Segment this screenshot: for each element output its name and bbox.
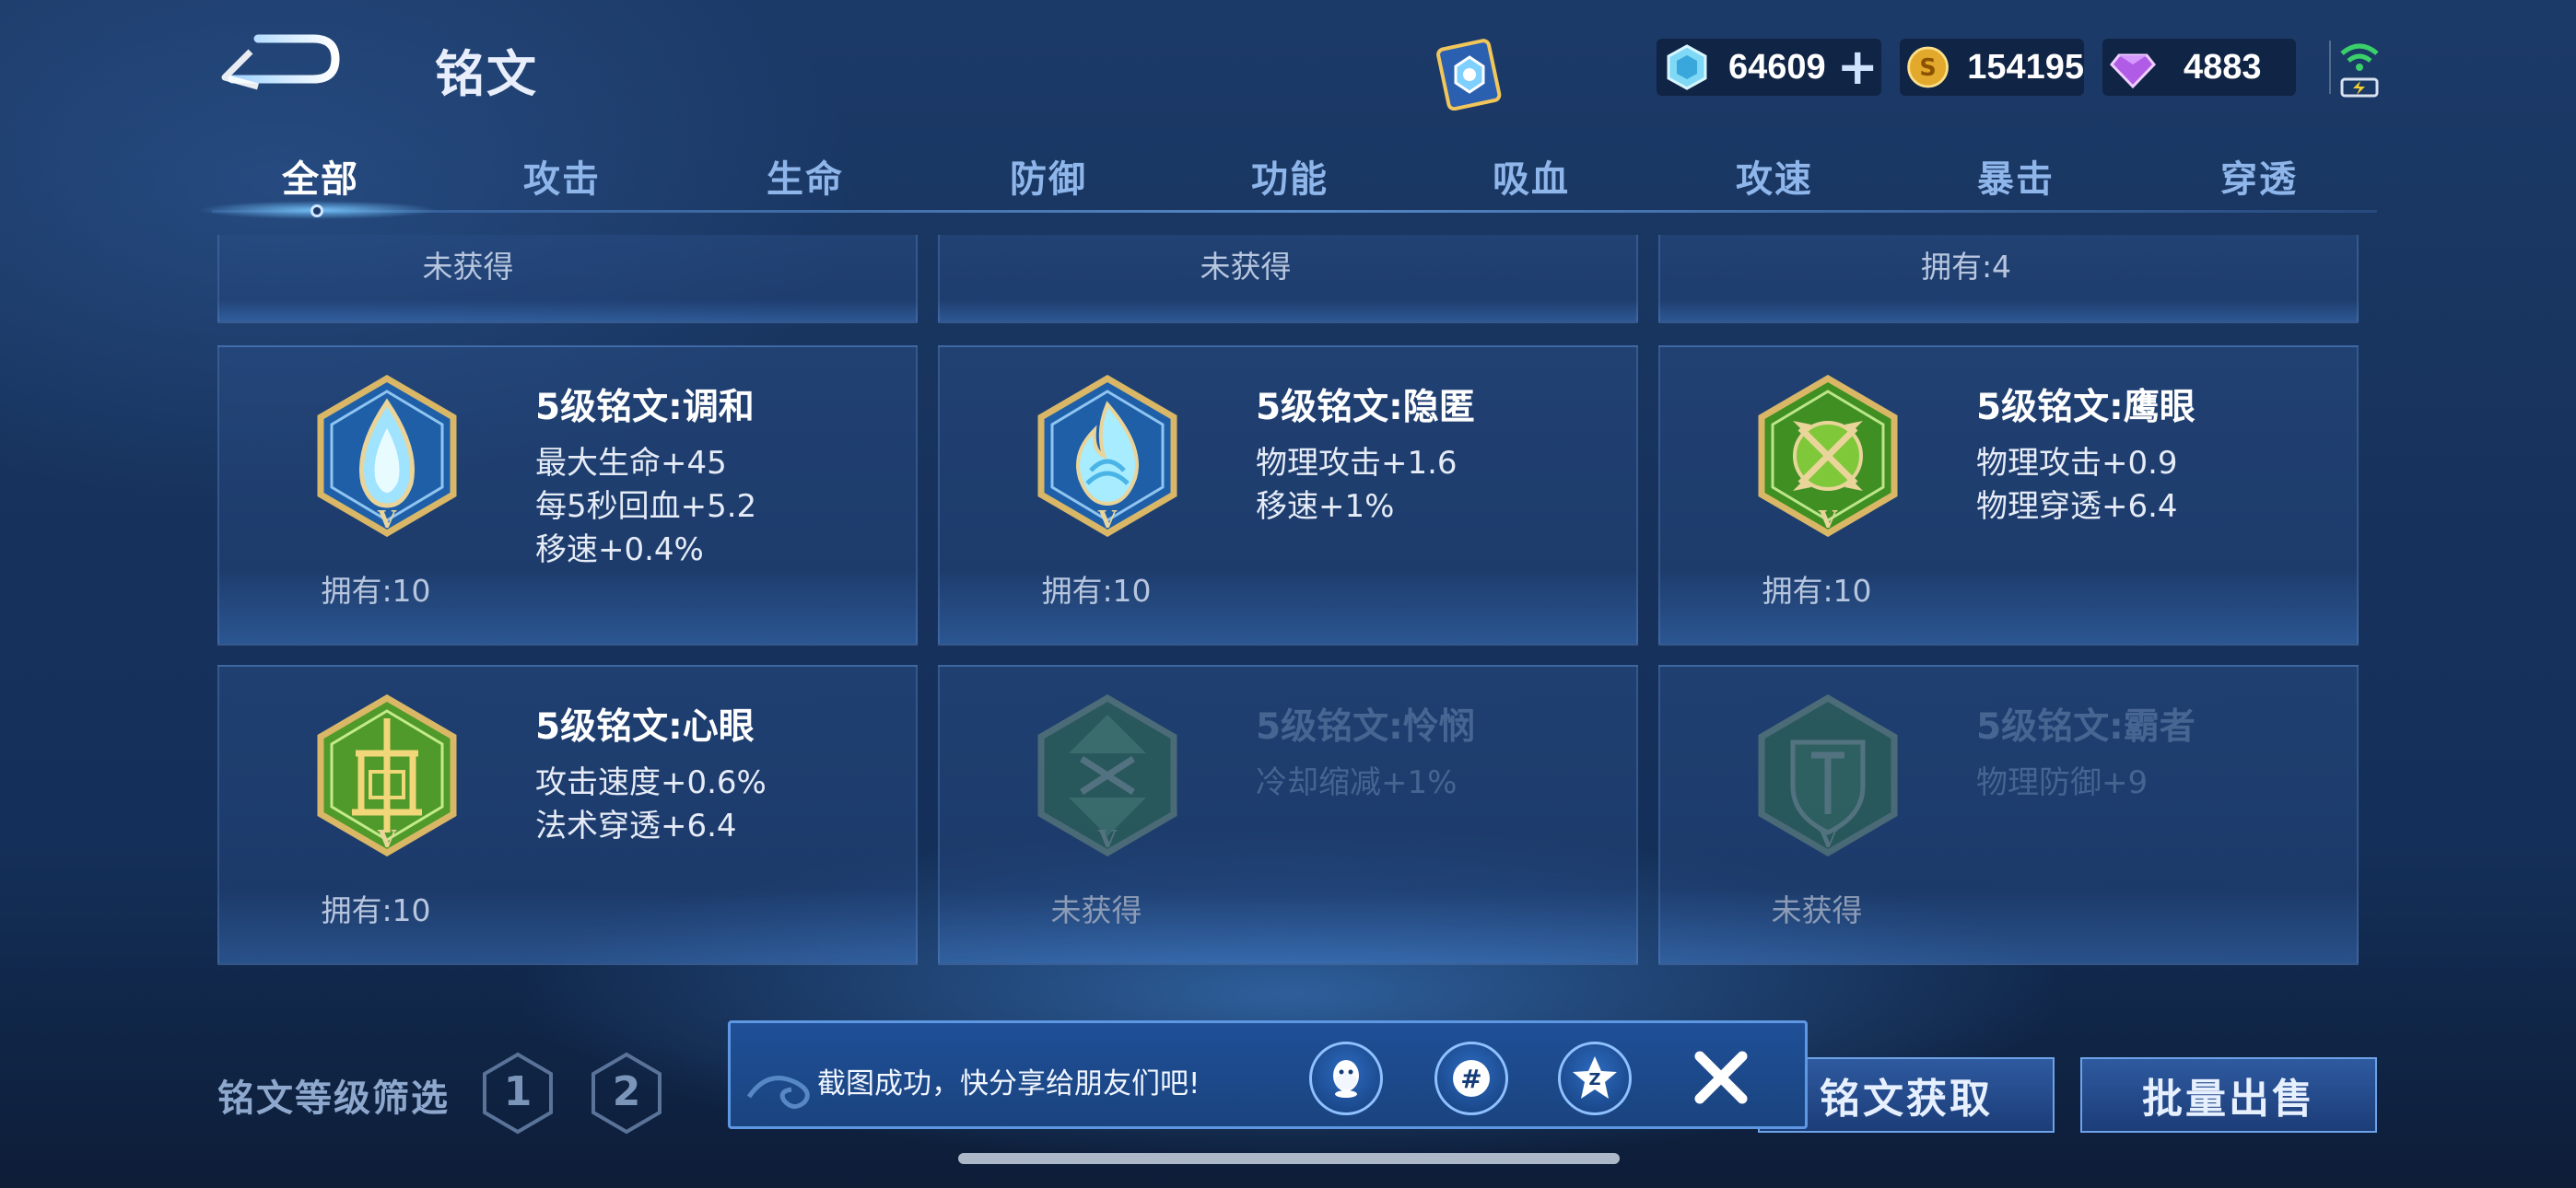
svg-text:V: V (1097, 826, 1118, 854)
tab-utility[interactable]: 功能 (1251, 149, 1329, 203)
card-stat: 物理攻击+1.6 (1256, 445, 1458, 482)
inscription-card[interactable]: 未获得 (217, 235, 918, 323)
inscription-card-mercy[interactable]: V 5级铭文:怜悯 冷却缩减+1% 未获得 (938, 665, 1638, 965)
owned-status: 拥有:4 (1920, 249, 2012, 285)
crystal-icon (1667, 44, 1707, 90)
tab-underline (212, 210, 2377, 213)
diamond-icon (2110, 53, 2156, 89)
share-moments-button[interactable]: # (1434, 1042, 1508, 1115)
tab-health[interactable]: 生命 (767, 149, 844, 203)
close-icon[interactable] (1689, 1045, 1753, 1110)
card-title: 5级铭文:调和 (535, 387, 755, 428)
owned-status: 未获得 (1200, 249, 1292, 285)
card-stat: 冷却缩减+1% (1256, 764, 1458, 801)
inscription-book-icon[interactable] (1430, 37, 1509, 111)
shield-emblem-icon: V (1758, 694, 1898, 856)
tab-defense[interactable]: 防御 (1010, 149, 1087, 203)
flame-emblem-icon: V (1037, 375, 1177, 537)
arrows-emblem-icon: V (1758, 375, 1898, 537)
gold-currency: S 154195 (1900, 39, 2084, 96)
qzone-icon: Z (1573, 1056, 1617, 1099)
wifi-battery-icon (2340, 43, 2379, 98)
gold-coin-icon: S (1907, 46, 1949, 88)
svg-text:V: V (377, 826, 397, 854)
owned-count: 拥有:10 (1041, 573, 1152, 609)
inscription-card-eagle-eye[interactable]: V 5级铭文:鹰眼 物理攻击+0.9 物理穿透+6.4 拥有:10 (1658, 345, 2359, 646)
inscription-card-stealth[interactable]: V 5级铭文:隐匿 物理攻击+1.6 移速+1% 拥有:10 (938, 345, 1638, 646)
share-qq-button[interactable] (1309, 1042, 1383, 1115)
inscription-card-overlord[interactable]: V 5级铭文:霸者 物理防御+9 未获得 (1658, 665, 2359, 965)
card-stat: 法术穿透+6.4 (535, 808, 737, 844)
page-title: 铭文 (435, 45, 538, 103)
svg-text:V: V (1818, 826, 1838, 854)
inscription-card-mind-eye[interactable]: V 5级铭文:心眼 攻击速度+0.6% 法术穿透+6.4 拥有:10 (217, 665, 918, 965)
level-number: 2 (612, 1068, 641, 1115)
tab-attack-speed[interactable]: 攻速 (1736, 149, 1813, 203)
svg-text:V: V (1818, 507, 1838, 534)
card-title: 5级铭文:霸者 (1976, 706, 2195, 748)
teardrop-emblem-icon: V (317, 375, 457, 537)
add-crystal-button[interactable]: + (1837, 42, 1879, 92)
level-filter-2[interactable]: 2 (590, 1052, 663, 1135)
hourglass-emblem-icon: V (1037, 694, 1177, 856)
gate-emblem-icon: V (317, 694, 457, 856)
category-tabs: 全部 攻击 生命 防御 功能 吸血 攻速 暴击 穿透 (203, 138, 2377, 212)
card-stat: 攻击速度+0.6% (535, 764, 767, 801)
level-number: 1 (503, 1068, 533, 1115)
svg-text:S: S (1919, 54, 1936, 82)
batch-sell-button[interactable]: 批量出售 (2080, 1057, 2377, 1133)
level-filter-1[interactable]: 1 (481, 1052, 555, 1135)
tab-lifesteal[interactable]: 吸血 (1493, 149, 1570, 203)
inscription-card-harmony[interactable]: V 5级铭文:调和 最大生命+45 每5秒回血+5.2 移速+0.4% 拥有:1… (217, 345, 918, 646)
level-filter-label: 铭文等级筛选 (217, 1077, 450, 1120)
gold-amount: 154195 (1967, 47, 2084, 87)
share-qzone-button[interactable]: Z (1558, 1042, 1632, 1115)
diamond-amount: 4883 (2184, 47, 2262, 87)
card-title: 5级铭文:鹰眼 (1976, 387, 2195, 428)
active-tab-indicator (310, 204, 323, 217)
inscription-card[interactable]: 未获得 (938, 235, 1638, 323)
crystal-amount: 64609 (1728, 47, 1826, 87)
screenshot-share-toast: 截图成功，快分享给朋友们吧! # Z (728, 1020, 1808, 1129)
card-stat: 移速+1% (1256, 488, 1395, 525)
inscription-card[interactable]: 拥有:4 (1658, 235, 2359, 323)
tab-critical[interactable]: 暴击 (1977, 149, 2055, 203)
qq-icon (1333, 1060, 1359, 1098)
crystal-currency: 64609 + (1657, 39, 1881, 96)
card-stat: 物理攻击+0.9 (1976, 445, 2178, 482)
tab-all[interactable]: 全部 (282, 149, 359, 203)
card-stat: 移速+0.4% (535, 531, 704, 568)
svg-text:Z: Z (1588, 1070, 1600, 1089)
svg-text:V: V (377, 507, 397, 534)
owned-status: 未获得 (422, 249, 514, 285)
tab-penetration[interactable]: 穿透 (2220, 149, 2298, 203)
card-stat: 物理防御+9 (1976, 764, 2149, 801)
owned-status: 未获得 (1050, 892, 1142, 928)
owned-status: 未获得 (1771, 892, 1863, 928)
toast-message: 截图成功，快分享给朋友们吧! (817, 1067, 1200, 1101)
card-title: 5级铭文:怜悯 (1256, 706, 1475, 748)
card-stat: 物理穿透+6.4 (1976, 488, 2178, 525)
back-arrow-icon[interactable] (221, 31, 341, 96)
home-indicator[interactable] (958, 1153, 1620, 1164)
svg-text:V: V (1097, 507, 1118, 534)
card-stat: 每5秒回血+5.2 (535, 488, 757, 525)
svg-text:#: # (1460, 1064, 1481, 1094)
card-stat: 最大生命+45 (535, 445, 727, 482)
tab-attack[interactable]: 攻击 (523, 149, 601, 203)
owned-count: 拥有:10 (321, 892, 431, 928)
card-title: 5级铭文:心眼 (535, 706, 755, 748)
wechat-moments-icon: # (1453, 1060, 1490, 1097)
diamond-currency: 4883 (2102, 39, 2296, 96)
owned-count: 拥有:10 (321, 573, 431, 609)
card-title: 5级铭文:隐匿 (1256, 387, 1475, 428)
owned-count: 拥有:10 (1762, 573, 1872, 609)
header-divider (2329, 41, 2331, 94)
